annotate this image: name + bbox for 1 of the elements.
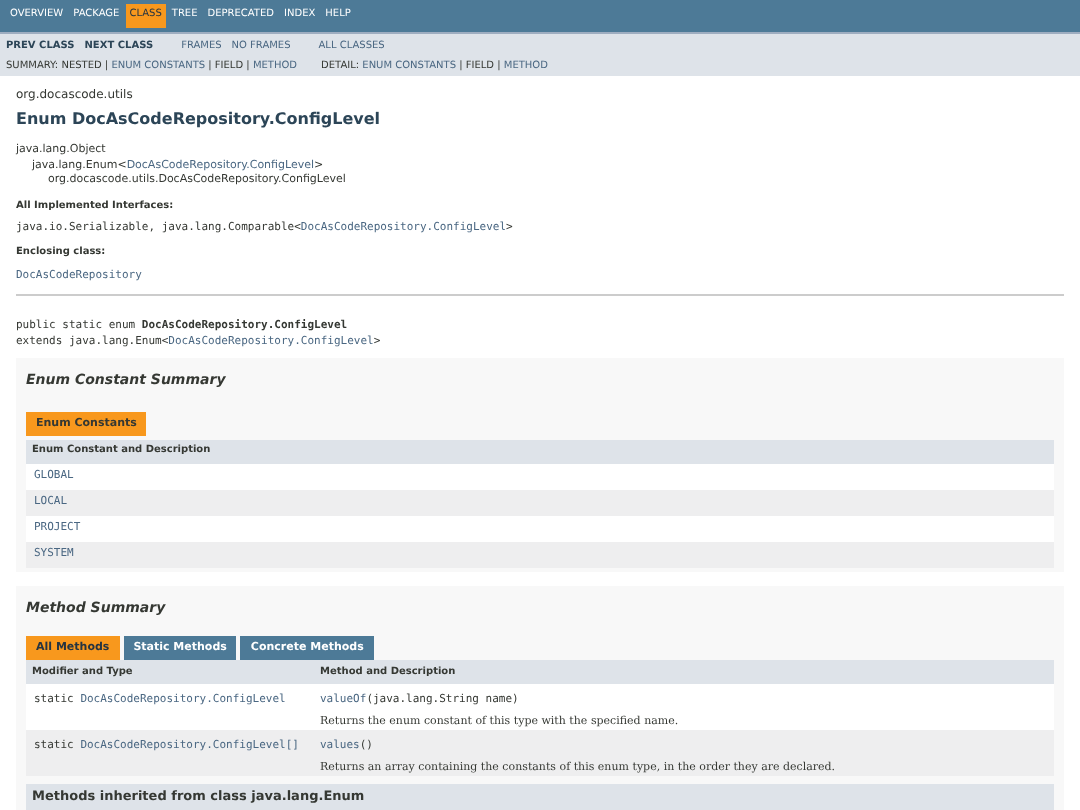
page-title: Enum DocAsCodeRepository.ConfigLevel (16, 108, 383, 132)
